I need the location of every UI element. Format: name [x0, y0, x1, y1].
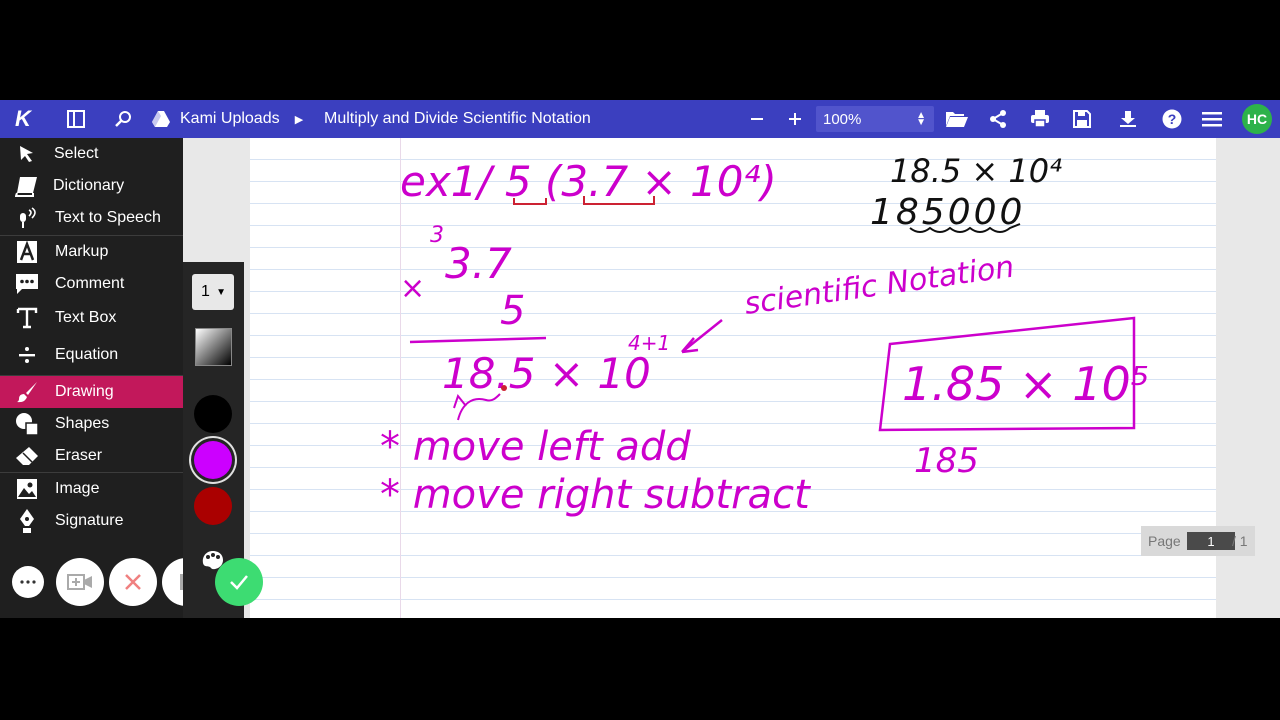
print-icon[interactable] — [1028, 100, 1052, 138]
pen-nib-icon — [14, 508, 40, 534]
sum-line — [409, 336, 547, 344]
tool-label: Dictionary — [53, 177, 125, 194]
document-page[interactable]: ex1/ 5 (3.7 × 10⁴) 3 3.7 × 5 18.5 × 10 4… — [250, 138, 1216, 618]
tool-comment[interactable]: Comment — [0, 268, 183, 300]
eraser-icon — [14, 443, 40, 469]
share-icon[interactable] — [986, 100, 1010, 138]
tool-label: Shapes — [55, 415, 110, 432]
tool-label: Text Box — [55, 309, 117, 326]
tool-label: Comment — [55, 275, 125, 292]
multiplier: 5 — [500, 288, 525, 334]
color-swatch-red[interactable] — [194, 487, 232, 525]
pointer-arrow — [681, 319, 723, 354]
chevron-down-icon: ▼ — [216, 286, 226, 298]
tool-label: Equation — [55, 346, 119, 363]
kami-logo[interactable]: K — [10, 100, 36, 138]
tool-dictionary[interactable]: Dictionary — [0, 170, 183, 202]
rule-right: * move right subtract — [380, 472, 811, 518]
image-icon — [14, 476, 40, 502]
document-title: Multiply and Divide Scientific Notation — [324, 110, 591, 127]
tool-label: Signature — [55, 512, 124, 529]
save-icon[interactable] — [1070, 100, 1094, 138]
brush-icon — [14, 379, 40, 405]
divide-icon — [14, 342, 40, 368]
tool-select[interactable]: Select — [0, 138, 183, 170]
text-t-icon — [14, 305, 40, 331]
breadcrumb-chevron-icon: ▶ — [294, 113, 304, 126]
tool-label: Text to Speech — [55, 209, 161, 226]
menu-icon[interactable] — [1200, 100, 1224, 138]
multiplicand: 3.7 — [445, 239, 512, 288]
zoom-value: 100% — [823, 110, 862, 128]
cursor-arrow-icon — [14, 141, 40, 167]
tool-drawing[interactable]: Drawing — [0, 376, 183, 408]
breadcrumb-root[interactable]: Kami Uploads — [180, 100, 280, 138]
sidebar-toggle-icon[interactable] — [64, 100, 88, 138]
page-label: Page — [1148, 533, 1181, 549]
times-sign: × — [400, 271, 425, 306]
handwriting-line1: ex1/ 5 (3.7 × 10⁴) — [400, 157, 777, 206]
help-icon[interactable]: ? — [1160, 100, 1184, 138]
tool-markup[interactable]: Markup — [0, 236, 183, 268]
expanded-number: 185000 — [870, 192, 1025, 233]
user-avatar[interactable]: HC — [1242, 104, 1272, 134]
zoom-select[interactable]: 100% ▲ ▼ — [816, 106, 934, 132]
custom-color-picker[interactable] — [195, 328, 232, 366]
decimal-dot — [501, 385, 507, 391]
note-label: scientific Notation — [742, 249, 1016, 321]
boxed-answer: 1.85 × 10⁵ — [902, 357, 1149, 411]
tool-label: Eraser — [55, 447, 103, 464]
zoom-in-icon[interactable] — [784, 100, 806, 138]
exponent-sum: 4+1 — [628, 331, 670, 355]
open-folder-icon[interactable] — [944, 100, 970, 138]
shapes-icon — [14, 411, 40, 437]
top-toolbar: K Kami Uploads ▶ Multiply and Divide Sci… — [0, 100, 1280, 138]
video-record-button[interactable] — [56, 558, 104, 606]
speech-icon — [14, 205, 40, 231]
tool-image[interactable]: Image — [0, 473, 183, 505]
tool-label: Markup — [55, 243, 109, 260]
kami-app: K Kami Uploads ▶ Multiply and Divide Sci… — [0, 100, 1280, 618]
tool-sidebar: Select Dictionary Text to Speech Markup … — [0, 138, 263, 618]
page-number-input[interactable]: 1 — [1187, 532, 1235, 550]
cancel-button[interactable] — [109, 558, 157, 606]
color-swatch-black[interactable] — [194, 395, 232, 433]
stroke-width-value: 1 — [201, 283, 210, 300]
tool-text-to-speech[interactable]: Text to Speech — [0, 202, 183, 234]
download-icon[interactable] — [1116, 100, 1140, 138]
handwriting-canvas[interactable]: ex1/ 5 (3.7 × 10⁴) 3 3.7 × 5 18.5 × 10 4… — [250, 138, 1216, 618]
more-options-button[interactable] — [12, 566, 44, 598]
book-icon — [14, 173, 40, 199]
comment-icon — [14, 271, 40, 297]
tool-label: Image — [55, 480, 100, 497]
stroke-width-select[interactable]: 1 ▼ — [192, 274, 234, 310]
search-icon[interactable] — [112, 100, 136, 138]
tool-eraser[interactable]: Eraser — [0, 440, 183, 472]
page-navigator: Page 1 / 1 — [1141, 526, 1255, 556]
zoom-out-icon[interactable] — [746, 100, 768, 138]
svg-text:?: ? — [1168, 111, 1177, 127]
rule-left: * move left add — [380, 424, 691, 470]
tool-label: Select — [54, 145, 99, 162]
markup-icon — [14, 239, 40, 265]
carry-digit: 3 — [430, 223, 444, 248]
tool-text-box[interactable]: Text Box — [0, 302, 183, 334]
page-total: / 1 — [1232, 533, 1248, 549]
tool-shapes[interactable]: Shapes — [0, 408, 183, 440]
color-swatch-magenta[interactable] — [194, 441, 232, 479]
right-top-expression: 18.5 × 10⁴ — [890, 152, 1062, 190]
confirm-button[interactable] — [215, 558, 263, 606]
select-arrows-icon: ▲ ▼ — [916, 110, 926, 128]
google-drive-icon — [150, 100, 172, 138]
tool-signature[interactable]: Signature — [0, 505, 183, 537]
product: 18.5 × 10 — [442, 349, 651, 398]
digits-note: 185 — [914, 441, 979, 481]
tool-equation[interactable]: Equation — [0, 339, 183, 371]
tool-label: Drawing — [55, 383, 114, 400]
